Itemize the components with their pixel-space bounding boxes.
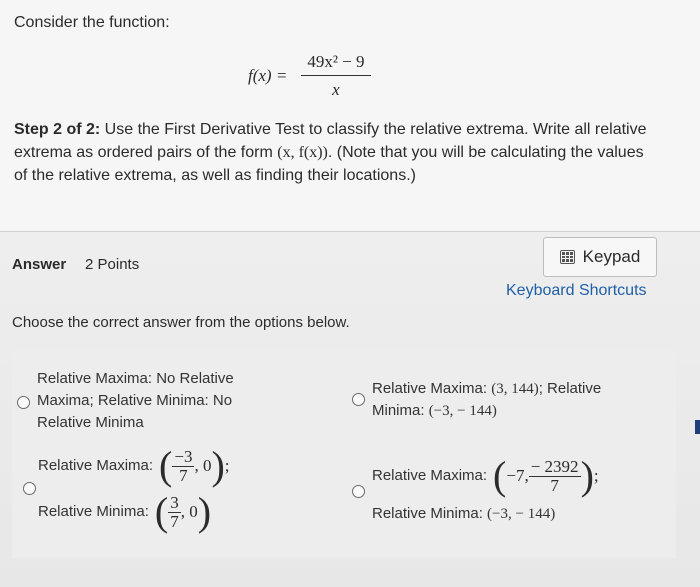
step-label: Step 2 of 2: [14, 121, 101, 138]
option-c-min-row[interactable]: Relative Minima: ( 3 7 , 0 ) [38, 492, 211, 532]
option-c-max-close-paren: ) [211, 443, 225, 488]
keypad-icon [559, 250, 575, 264]
option-d-max-label: Relative Maxima: [372, 467, 488, 484]
option-a-radio[interactable] [17, 396, 30, 409]
option-c-radio[interactable] [23, 482, 36, 495]
option-a-line3: Relative Minima [37, 414, 144, 431]
option-b-text[interactable]: Relative Maxima: (3, 144); Relative Mini… [372, 378, 601, 422]
edge-indicator [695, 420, 700, 434]
choose-instruction: Choose the correct answer from the optio… [12, 314, 350, 331]
step-instructions: Step 2 of 2: Use the First Derivative Te… [14, 118, 654, 187]
option-c-min-close-paren: ) [197, 489, 212, 534]
question-panel: Consider the function: f(x) = 49x² − 9 x… [0, 0, 700, 232]
option-b-line1-post: ; Relative [538, 380, 602, 397]
formula-lhs: f(x) = [248, 66, 288, 85]
option-a-text[interactable]: Relative Maxima: No Relative Maxima; Rel… [37, 368, 234, 434]
option-d-radio[interactable] [352, 485, 365, 498]
option-d-max-num: − 2392 [528, 456, 581, 477]
keypad-button[interactable]: Keypad [543, 237, 657, 277]
option-a-line2: Maxima; Relative Minima: No [37, 392, 233, 409]
question-intro: Consider the function: [14, 14, 170, 31]
option-d-max-row[interactable]: Relative Maxima: ( −7, − 2392 7 ) ; [372, 456, 599, 496]
option-b-line2-pre: Minima: [372, 402, 429, 419]
option-b-line1-pre: Relative Maxima: [372, 380, 492, 397]
option-d-max-end: ; [593, 466, 599, 485]
page: Consider the function: f(x) = 49x² − 9 x… [0, 0, 700, 587]
option-d-max-den: 7 [550, 475, 559, 495]
option-d-max-x: −7, [506, 466, 529, 485]
option-c-max-label: Relative Maxima: [38, 457, 154, 474]
option-c-max-y: , 0 [194, 456, 212, 475]
option-c-max-num: −3 [172, 446, 195, 467]
option-d-max-close-paren: ) [580, 453, 594, 498]
option-a-line1: Relative Maxima: No Relative [37, 370, 234, 387]
option-c-max-open-paren: ( [159, 443, 173, 488]
option-d-min-math: (−3, − 144) [487, 506, 556, 522]
option-b-line2-math: (−3, − 144) [428, 403, 497, 419]
option-c-min-num: 3 [168, 492, 181, 513]
option-c-max-row[interactable]: Relative Maxima: ( −3 7 , 0 ) ; [38, 446, 230, 486]
option-d-min-label: Relative Minima: [372, 505, 488, 522]
option-c-max-fraction: −3 7 [172, 446, 195, 485]
option-c-min-den: 7 [170, 511, 179, 531]
option-c-min-label: Relative Minima: [38, 503, 149, 520]
option-c-max-den: 7 [179, 465, 188, 485]
step-math: (x, f(x)) [277, 144, 328, 161]
option-c-min-fraction: 3 7 [168, 492, 181, 531]
keypad-label: Keypad [582, 247, 641, 266]
formula-denominator: x [332, 80, 340, 99]
formula-numerator: 49x² − 9 [301, 52, 371, 76]
function-formula: f(x) = 49x² − 9 x [248, 52, 371, 100]
option-c-max-end: ; [224, 456, 230, 475]
option-b-line1-math: (3, 144) [491, 381, 539, 397]
option-d-max-fraction: − 2392 7 [528, 456, 581, 495]
points-label: 2 Points [85, 256, 140, 273]
answer-label: Answer [12, 256, 67, 273]
option-d-max-open-paren: ( [493, 453, 507, 498]
option-c-min-open-paren: ( [154, 489, 169, 534]
option-c-min-y: , 0 [180, 502, 198, 521]
formula-fraction: 49x² − 9 x [301, 52, 371, 100]
keyboard-shortcuts-link[interactable]: Keyboard Shortcuts [506, 282, 647, 300]
option-d-min-row[interactable]: Relative Minima: (−3, − 144) [372, 503, 555, 525]
option-b-radio[interactable] [352, 393, 365, 406]
